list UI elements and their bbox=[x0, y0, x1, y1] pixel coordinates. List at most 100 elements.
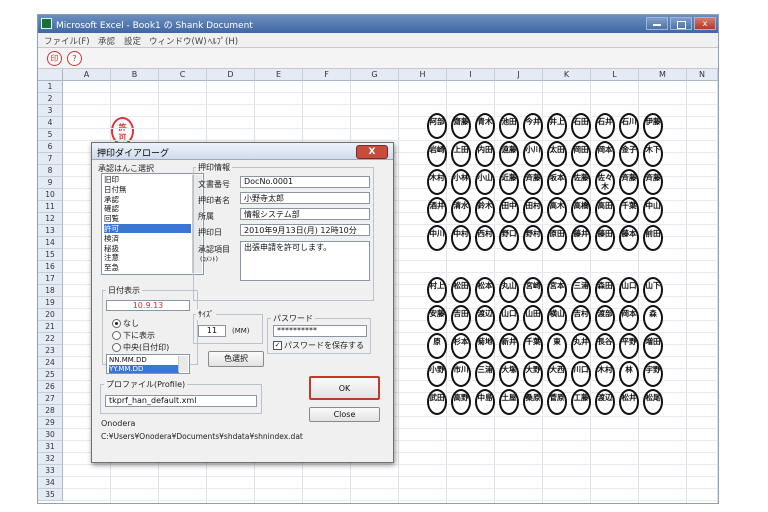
date-option-below-radio[interactable] bbox=[112, 331, 121, 340]
column-header-J[interactable]: J bbox=[495, 69, 543, 81]
row-header-8[interactable]: 8 bbox=[38, 165, 63, 177]
stamp-list-item[interactable]: 秘扱 bbox=[104, 244, 119, 253]
row-header-12[interactable]: 12 bbox=[38, 213, 63, 225]
stamp-list-item[interactable]: 確認 bbox=[104, 204, 119, 213]
row-header-6[interactable]: 6 bbox=[38, 141, 63, 153]
row-header-29[interactable]: 29 bbox=[38, 417, 63, 429]
window-close-button[interactable]: x bbox=[694, 17, 716, 30]
row-header-5[interactable]: 5 bbox=[38, 129, 63, 141]
name-stamp: 阿部 bbox=[427, 113, 447, 139]
data-path-label: C:¥Users¥Onodera¥Documents¥shdata¥shnind… bbox=[101, 432, 303, 441]
date-value-field[interactable]: 10.9.13 bbox=[106, 300, 190, 311]
stamp-list-item[interactable]: 検済 bbox=[104, 234, 119, 243]
row-header-25[interactable]: 25 bbox=[38, 369, 63, 381]
row-header-1[interactable]: 1 bbox=[38, 81, 63, 93]
doc-number-field[interactable]: DocNo.0001 bbox=[240, 176, 370, 188]
row-header-31[interactable]: 31 bbox=[38, 441, 63, 453]
help-tool-icon[interactable]: ? bbox=[67, 51, 82, 66]
stamp-list-item[interactable]: 旧印 bbox=[104, 175, 119, 184]
menu-approve[interactable]: 承認 bbox=[98, 35, 115, 47]
row-header-15[interactable]: 15 bbox=[38, 249, 63, 261]
password-field[interactable]: ********** bbox=[273, 325, 367, 337]
column-header-F[interactable]: F bbox=[303, 69, 351, 81]
stamper-name-field[interactable]: 小野寺太郎 bbox=[240, 192, 370, 204]
date-format-item-selected[interactable]: YY.MM.DD bbox=[109, 365, 179, 373]
row-header-18[interactable]: 18 bbox=[38, 285, 63, 297]
close-button[interactable]: Close bbox=[309, 407, 380, 422]
save-password-checkbox[interactable]: ✓ bbox=[273, 341, 282, 350]
column-header-H[interactable]: H bbox=[399, 69, 447, 81]
row-header-19[interactable]: 19 bbox=[38, 297, 63, 309]
window-title: Microsoft Excel - Book1 の Shank Document bbox=[56, 21, 253, 31]
stamp-list-item[interactable]: 許可 bbox=[104, 224, 191, 233]
date-option-below-label: 下に表示 bbox=[123, 331, 155, 340]
row-header-22[interactable]: 22 bbox=[38, 333, 63, 345]
row-header-34[interactable]: 34 bbox=[38, 477, 63, 489]
name-stamp: 森 bbox=[643, 305, 663, 331]
color-select-button[interactable]: 色選択 bbox=[208, 351, 264, 367]
column-header-A[interactable]: A bbox=[63, 69, 111, 81]
row-header-16[interactable]: 16 bbox=[38, 261, 63, 273]
date-format-item[interactable]: NN.MM.DD bbox=[109, 356, 147, 365]
column-header-N[interactable]: N bbox=[687, 69, 718, 81]
stamp-listbox[interactable]: 旧印 日付無 承認 確認 回覧 許可 検済 秘扱 注意 至急 bbox=[101, 173, 204, 275]
row-header-2[interactable]: 2 bbox=[38, 93, 63, 105]
maximize-button[interactable] bbox=[670, 17, 692, 30]
row-header-3[interactable]: 3 bbox=[38, 105, 63, 117]
menu-window[interactable]: ウィンドウ(W) bbox=[149, 35, 207, 47]
row-header-30[interactable]: 30 bbox=[38, 429, 63, 441]
row-header-32[interactable]: 32 bbox=[38, 453, 63, 465]
size-unit-label: (MM) bbox=[232, 327, 250, 335]
row-header-14[interactable]: 14 bbox=[38, 237, 63, 249]
stamp-date-field[interactable]: 2010年9月13日(月) 12時10分 bbox=[240, 224, 370, 236]
row-header-10[interactable]: 10 bbox=[38, 189, 63, 201]
menu-help[interactable]: ﾍﾙﾌﾟ(H) bbox=[208, 35, 238, 47]
row-header-4[interactable]: 4 bbox=[38, 117, 63, 129]
minimize-button[interactable] bbox=[646, 17, 668, 30]
date-option-none-radio[interactable] bbox=[112, 319, 121, 328]
menu-settings[interactable]: 設定 bbox=[124, 35, 141, 47]
row-header-24[interactable]: 24 bbox=[38, 357, 63, 369]
size-field[interactable]: 11 bbox=[198, 325, 226, 337]
name-stamp: 佐藤 bbox=[571, 169, 591, 195]
column-header-L[interactable]: L bbox=[591, 69, 639, 81]
dialog-close-button[interactable]: X bbox=[356, 145, 388, 159]
row-header-13[interactable]: 13 bbox=[38, 225, 63, 237]
row-header-33[interactable]: 33 bbox=[38, 465, 63, 477]
column-header-C[interactable]: C bbox=[159, 69, 207, 81]
ok-button[interactable]: OK bbox=[309, 376, 380, 400]
date-format-listbox[interactable]: NN.MM.DD YY.MM.DD bbox=[106, 354, 190, 374]
date-option-center-radio[interactable] bbox=[112, 343, 121, 352]
profile-field[interactable]: tkprf_han_default.xml bbox=[105, 395, 257, 407]
column-header-D[interactable]: D bbox=[207, 69, 255, 81]
stamp-list-item[interactable]: 日付無 bbox=[104, 185, 127, 194]
select-all-corner[interactable] bbox=[38, 69, 63, 81]
row-header-23[interactable]: 23 bbox=[38, 345, 63, 357]
stamp-list-item[interactable]: 承認 bbox=[104, 195, 119, 204]
menu-file[interactable]: ファイル(F) bbox=[44, 35, 90, 47]
row-header-28[interactable]: 28 bbox=[38, 405, 63, 417]
row-header-35[interactable]: 35 bbox=[38, 489, 63, 501]
department-field[interactable]: 情報システム部 bbox=[240, 208, 370, 220]
column-header-I[interactable]: I bbox=[447, 69, 495, 81]
column-header-E[interactable]: E bbox=[255, 69, 303, 81]
column-header-K[interactable]: K bbox=[543, 69, 591, 81]
row-header-11[interactable]: 11 bbox=[38, 201, 63, 213]
row-header-9[interactable]: 9 bbox=[38, 177, 63, 189]
column-header-G[interactable]: G bbox=[351, 69, 399, 81]
stamp-list-item[interactable]: 至急 bbox=[104, 263, 119, 272]
row-header-7[interactable]: 7 bbox=[38, 153, 63, 165]
name-stamp: 増田 bbox=[643, 333, 663, 359]
row-header-27[interactable]: 27 bbox=[38, 393, 63, 405]
date-format-scrollbar[interactable] bbox=[178, 356, 188, 372]
row-header-20[interactable]: 20 bbox=[38, 309, 63, 321]
column-header-M[interactable]: M bbox=[639, 69, 687, 81]
row-header-26[interactable]: 26 bbox=[38, 381, 63, 393]
column-header-B[interactable]: B bbox=[111, 69, 159, 81]
row-header-17[interactable]: 17 bbox=[38, 273, 63, 285]
remark-textarea[interactable]: 出張申請を許可します。 bbox=[240, 241, 370, 281]
stamp-tool-icon[interactable]: 印 bbox=[47, 51, 62, 66]
row-header-21[interactable]: 21 bbox=[38, 321, 63, 333]
stamp-list-item[interactable]: 回覧 bbox=[104, 214, 119, 223]
stamp-list-item[interactable]: 注意 bbox=[104, 253, 119, 262]
